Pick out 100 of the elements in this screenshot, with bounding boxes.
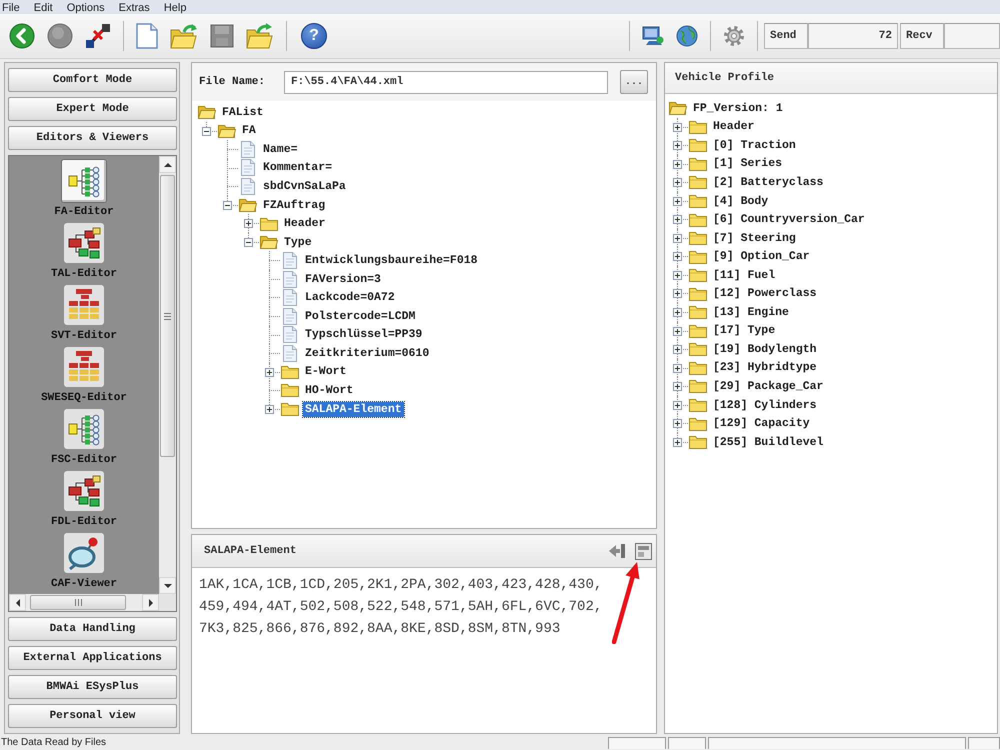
tree-item[interactable]: [23] Hybridtype xyxy=(711,360,819,376)
tree-item[interactable]: E-Wort xyxy=(303,364,348,380)
editor-item[interactable]: FA-Editor xyxy=(54,161,114,223)
sidebar-section-button[interactable]: Expert Mode xyxy=(8,97,177,121)
folder-icon xyxy=(281,383,299,398)
plus-box-icon[interactable] xyxy=(673,234,682,243)
plus-box-icon[interactable] xyxy=(673,326,682,336)
tree-item[interactable]: [9] Option_Car xyxy=(711,249,812,264)
tree-item[interactable]: [129] Capacity xyxy=(711,416,812,432)
plus-box-icon[interactable] xyxy=(673,160,682,169)
tree-item[interactable]: [11] Fuel xyxy=(711,268,778,283)
tree-item[interactable]: Zeitkriterium=0610 xyxy=(303,346,432,361)
minus-box-icon[interactable] xyxy=(244,238,253,247)
menu-item[interactable]: Extras xyxy=(118,2,150,14)
vertical-scrollbar[interactable] xyxy=(159,156,176,594)
editor-item[interactable]: CAF-Viewer xyxy=(50,533,117,594)
tree-item[interactable]: [13] Engine xyxy=(711,304,791,320)
sidebar-section-button[interactable]: Comfort Mode xyxy=(8,68,177,92)
sidebar-section-button[interactable]: Data Handling xyxy=(8,617,177,641)
globe-icon[interactable] xyxy=(676,25,698,47)
tree-item[interactable]: [17] Type xyxy=(711,323,778,338)
plus-box-icon[interactable] xyxy=(673,345,682,354)
tree-item[interactable]: SALAPA-Element xyxy=(303,402,404,417)
tree-item[interactable]: [2] Batteryclass xyxy=(711,174,826,190)
editor-item[interactable]: SVT-Editor xyxy=(50,285,117,347)
folder-icon xyxy=(281,364,299,379)
tree-item[interactable]: [128] Cylinders xyxy=(711,398,819,413)
circle-icon[interactable] xyxy=(47,23,73,49)
editor-item[interactable]: TAL-Editor xyxy=(50,223,117,285)
sidebar-section-button[interactable]: External Applications xyxy=(8,646,177,670)
network-cross-icon[interactable] xyxy=(85,23,111,49)
minus-box-icon[interactable] xyxy=(202,126,211,136)
window-icon[interactable] xyxy=(635,542,652,560)
plus-box-icon[interactable] xyxy=(673,364,682,373)
tree-item[interactable]: [255] Buildlevel xyxy=(711,434,826,450)
document-icon[interactable] xyxy=(136,23,158,49)
plus-box-icon[interactable] xyxy=(265,368,274,377)
plus-box-icon[interactable] xyxy=(673,196,682,206)
plus-box-icon[interactable] xyxy=(265,404,274,414)
tree-item[interactable]: Header xyxy=(711,119,756,134)
tree-item[interactable]: Header xyxy=(282,216,328,232)
tree-item[interactable]: [6] Countryversion_Car xyxy=(711,212,867,228)
document-icon xyxy=(283,326,297,344)
tree-item[interactable]: [7] Steering xyxy=(711,230,798,246)
editor-item[interactable]: SWESEQ-Editor xyxy=(41,347,127,409)
menu-item[interactable]: Help xyxy=(164,2,186,14)
plus-box-icon[interactable] xyxy=(673,270,682,280)
minus-box-icon[interactable] xyxy=(223,200,232,210)
folder-arrow-icon[interactable] xyxy=(246,23,274,49)
plus-box-icon[interactable] xyxy=(673,141,682,150)
tree-item[interactable]: [19] Bodylength xyxy=(711,342,819,357)
tree-item[interactable]: Lackcode=0A72 xyxy=(303,290,397,306)
plus-box-icon[interactable] xyxy=(673,178,682,188)
tree-item[interactable]: FP_Version: 1 xyxy=(691,100,785,116)
menu-item[interactable]: File xyxy=(2,2,20,14)
plus-box-icon[interactable] xyxy=(673,122,682,132)
tree-item[interactable]: [4] Body xyxy=(711,194,770,208)
arrow-left-icon[interactable] xyxy=(608,543,626,559)
document-icon xyxy=(283,289,297,306)
tree-item[interactable]: FAList xyxy=(220,104,266,120)
folder-arrow-icon[interactable] xyxy=(170,23,198,49)
tree-item[interactable]: [12] Powerclass xyxy=(711,286,819,302)
plus-box-icon[interactable] xyxy=(673,400,682,410)
editor-item[interactable]: FDL-Editor xyxy=(50,471,117,533)
tree-item[interactable]: sbdCvnSaLaPa xyxy=(261,178,348,194)
sidebar-section-button[interactable]: BMWAi ESysPlus xyxy=(8,675,177,699)
tree-item[interactable]: Entwicklungsbaureihe=F018 xyxy=(303,253,480,268)
tree-item[interactable]: Kommentar= xyxy=(261,160,334,176)
plus-box-icon[interactable] xyxy=(673,419,682,428)
tree-item[interactable]: FZAuftrag xyxy=(261,198,328,212)
tree-item[interactable]: [1] Series xyxy=(711,156,784,172)
menu-item[interactable]: Options xyxy=(66,2,105,14)
editor-item[interactable]: FSC-Editor xyxy=(50,409,117,471)
open-folder-icon xyxy=(669,101,687,116)
tree-item[interactable]: Typschlüssel=PP39 xyxy=(303,327,424,342)
horizontal-scrollbar[interactable] xyxy=(9,594,176,611)
sidebar-section-button[interactable]: Editors & Viewers xyxy=(8,126,177,150)
back-icon[interactable] xyxy=(9,23,35,49)
plus-box-icon[interactable] xyxy=(673,289,682,298)
tree-item[interactable]: Type xyxy=(282,234,314,250)
plus-box-icon[interactable] xyxy=(673,382,682,392)
plus-box-icon[interactable] xyxy=(244,219,253,228)
plus-box-icon[interactable] xyxy=(673,308,682,318)
tree-item[interactable]: FA xyxy=(240,123,258,138)
file-name-field[interactable]: F:\55.4\FA\44.xml xyxy=(284,70,608,94)
settings-icon[interactable] xyxy=(723,25,745,47)
sidebar-section-button[interactable]: Personal view xyxy=(8,704,177,728)
tree-item[interactable]: Name= xyxy=(261,142,300,157)
browse-button[interactable]: ... xyxy=(620,70,648,94)
tree-item[interactable]: [0] Traction xyxy=(711,138,798,153)
monitor-icon[interactable] xyxy=(642,25,664,47)
plus-box-icon[interactable] xyxy=(673,438,682,447)
menu-item[interactable]: Edit xyxy=(34,2,53,14)
plus-box-icon[interactable] xyxy=(673,252,682,262)
save-icon[interactable] xyxy=(210,24,234,48)
tree-item[interactable]: HO-Wort xyxy=(303,382,356,398)
tree-item[interactable]: Polstercode=LCDM xyxy=(303,308,418,324)
plus-box-icon[interactable] xyxy=(673,215,682,224)
tree-item[interactable]: FAVersion=3 xyxy=(303,272,383,287)
tree-item[interactable]: [29] Package_Car xyxy=(711,378,826,394)
